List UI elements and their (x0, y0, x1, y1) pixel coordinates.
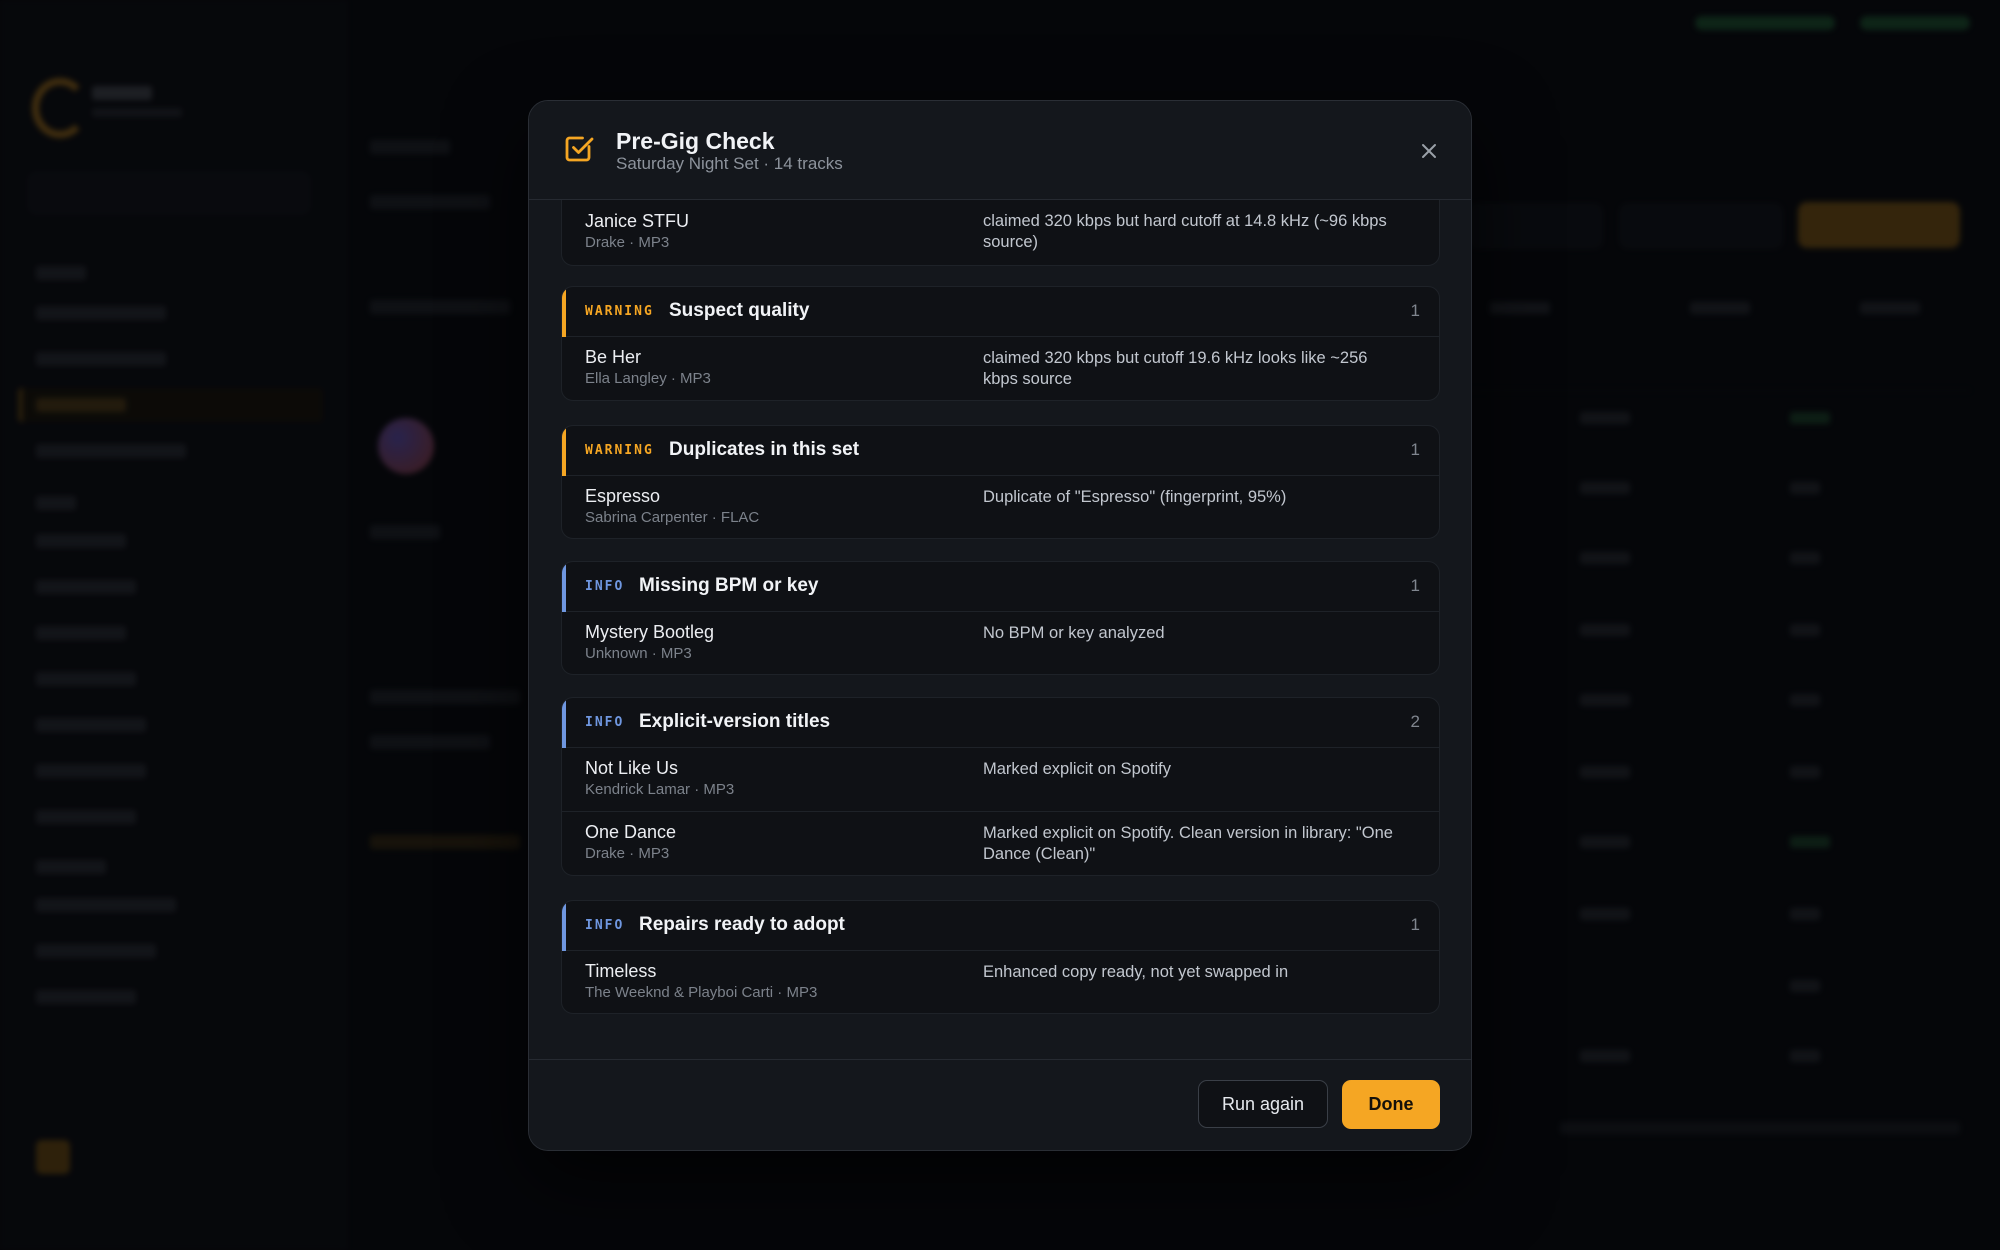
issue-group-header: INFO Missing BPM or key 1 (562, 562, 1439, 612)
track-name: Not Like Us (585, 758, 679, 778)
pre-gig-check-dialog: Pre-Gig Check Saturday Night Set · 14 tr… (528, 100, 1472, 1151)
issue-count: 2 (1410, 712, 1420, 731)
track-row: Espresso Sabrina Carpenter · FLAC Duplic… (562, 476, 1439, 538)
dialog-footer: Run again Done (529, 1059, 1471, 1150)
track-issue-note: Duplicate of "Espresso" (fingerprint, 95… (983, 488, 1287, 506)
track-meta: Drake · MP3 (585, 234, 670, 251)
severity-badge: INFO (585, 715, 625, 730)
dialog-results-list[interactable]: Janice STFU Drake · MP3 claimed 320 kbps… (529, 200, 1471, 1060)
issue-group-title: Suspect quality (669, 300, 810, 321)
issue-group-header: INFO Repairs ready to adopt 1 (562, 901, 1439, 951)
track-meta: Ella Langley · MP3 (585, 370, 711, 387)
done-button[interactable]: Done (1342, 1080, 1440, 1129)
issue-group-missing-bpm-key: INFO Missing BPM or key 1 Mystery Bootle… (561, 561, 1440, 675)
track-row: Timeless The Weeknd & Playboi Carti · MP… (562, 951, 1439, 1013)
track-name: Mystery Bootleg (585, 622, 715, 642)
severity-badge: INFO (585, 918, 625, 933)
issue-group-header: INFO Explicit-version titles 2 (562, 698, 1439, 748)
issue-count: 1 (1410, 915, 1420, 934)
issue-group-repairs-ready: INFO Repairs ready to adopt 1 Timeless T… (561, 900, 1440, 1014)
dialog-header: Pre-Gig Check Saturday Night Set · 14 tr… (529, 101, 1471, 200)
track-name: Timeless (585, 961, 657, 981)
close-icon[interactable] (1417, 139, 1441, 163)
issue-group-duplicates: WARNING Duplicates in this set 1 Espress… (561, 425, 1440, 539)
issue-group-title: Missing BPM or key (639, 575, 819, 596)
track-issue-note: Marked explicit on Spotify (983, 760, 1172, 778)
track-meta: Kendrick Lamar · MP3 (585, 781, 735, 798)
issue-group-partial: Janice STFU Drake · MP3 claimed 320 kbps… (561, 200, 1440, 266)
track-meta: The Weeknd & Playboi Carti · MP3 (585, 984, 818, 1001)
checkbox-checked-icon (565, 136, 594, 162)
track-meta: Unknown · MP3 (585, 645, 692, 662)
track-issue-note: Marked explicit on Spotify. Clean versio… (983, 824, 1393, 863)
issue-group-title: Explicit-version titles (639, 711, 831, 732)
track-row: Mystery Bootleg Unknown · MP3 No BPM or … (562, 612, 1439, 674)
dialog-subtitle: Saturday Night Set · 14 tracks (616, 154, 843, 173)
issue-count: 1 (1410, 301, 1420, 320)
track-row: Janice STFU Drake · MP3 claimed 320 kbps… (562, 200, 1439, 265)
track-issue-note: No BPM or key analyzed (983, 624, 1165, 642)
issue-group-header: WARNING Suspect quality 1 (562, 287, 1439, 337)
issue-count: 1 (1410, 440, 1420, 459)
issue-group-title: Duplicates in this set (669, 439, 860, 460)
track-issue-note: Enhanced copy ready, not yet swapped in (983, 963, 1289, 981)
track-name: Janice STFU (585, 211, 690, 231)
track-issue-note: claimed 320 kbps but cutoff 19.6 kHz loo… (983, 349, 1368, 388)
run-again-button[interactable]: Run again (1198, 1080, 1328, 1128)
severity-badge: WARNING (585, 304, 654, 319)
severity-badge: INFO (585, 579, 625, 594)
track-name: Be Her (585, 347, 642, 367)
track-row: One Dance Drake · MP3 Marked explicit on… (562, 812, 1439, 875)
track-meta: Sabrina Carpenter · FLAC (585, 509, 760, 526)
track-name: One Dance (585, 822, 677, 842)
issue-group-explicit-titles: INFO Explicit-version titles 2 Not Like … (561, 697, 1440, 876)
severity-badge: WARNING (585, 443, 654, 458)
track-row: Be Her Ella Langley · MP3 claimed 320 kb… (562, 337, 1439, 400)
track-row: Not Like Us Kendrick Lamar · MP3 Marked … (562, 748, 1439, 812)
dialog-title: Pre-Gig Check (616, 128, 775, 154)
issue-group-suspect-quality: WARNING Suspect quality 1 Be Her Ella La… (561, 286, 1440, 401)
track-issue-note: claimed 320 kbps but hard cutoff at 14.8… (983, 212, 1387, 251)
issue-group-title: Repairs ready to adopt (639, 914, 845, 935)
issue-group-header: WARNING Duplicates in this set 1 (562, 426, 1439, 476)
track-name: Espresso (585, 486, 661, 506)
issue-count: 1 (1410, 576, 1420, 595)
track-meta: Drake · MP3 (585, 845, 670, 862)
